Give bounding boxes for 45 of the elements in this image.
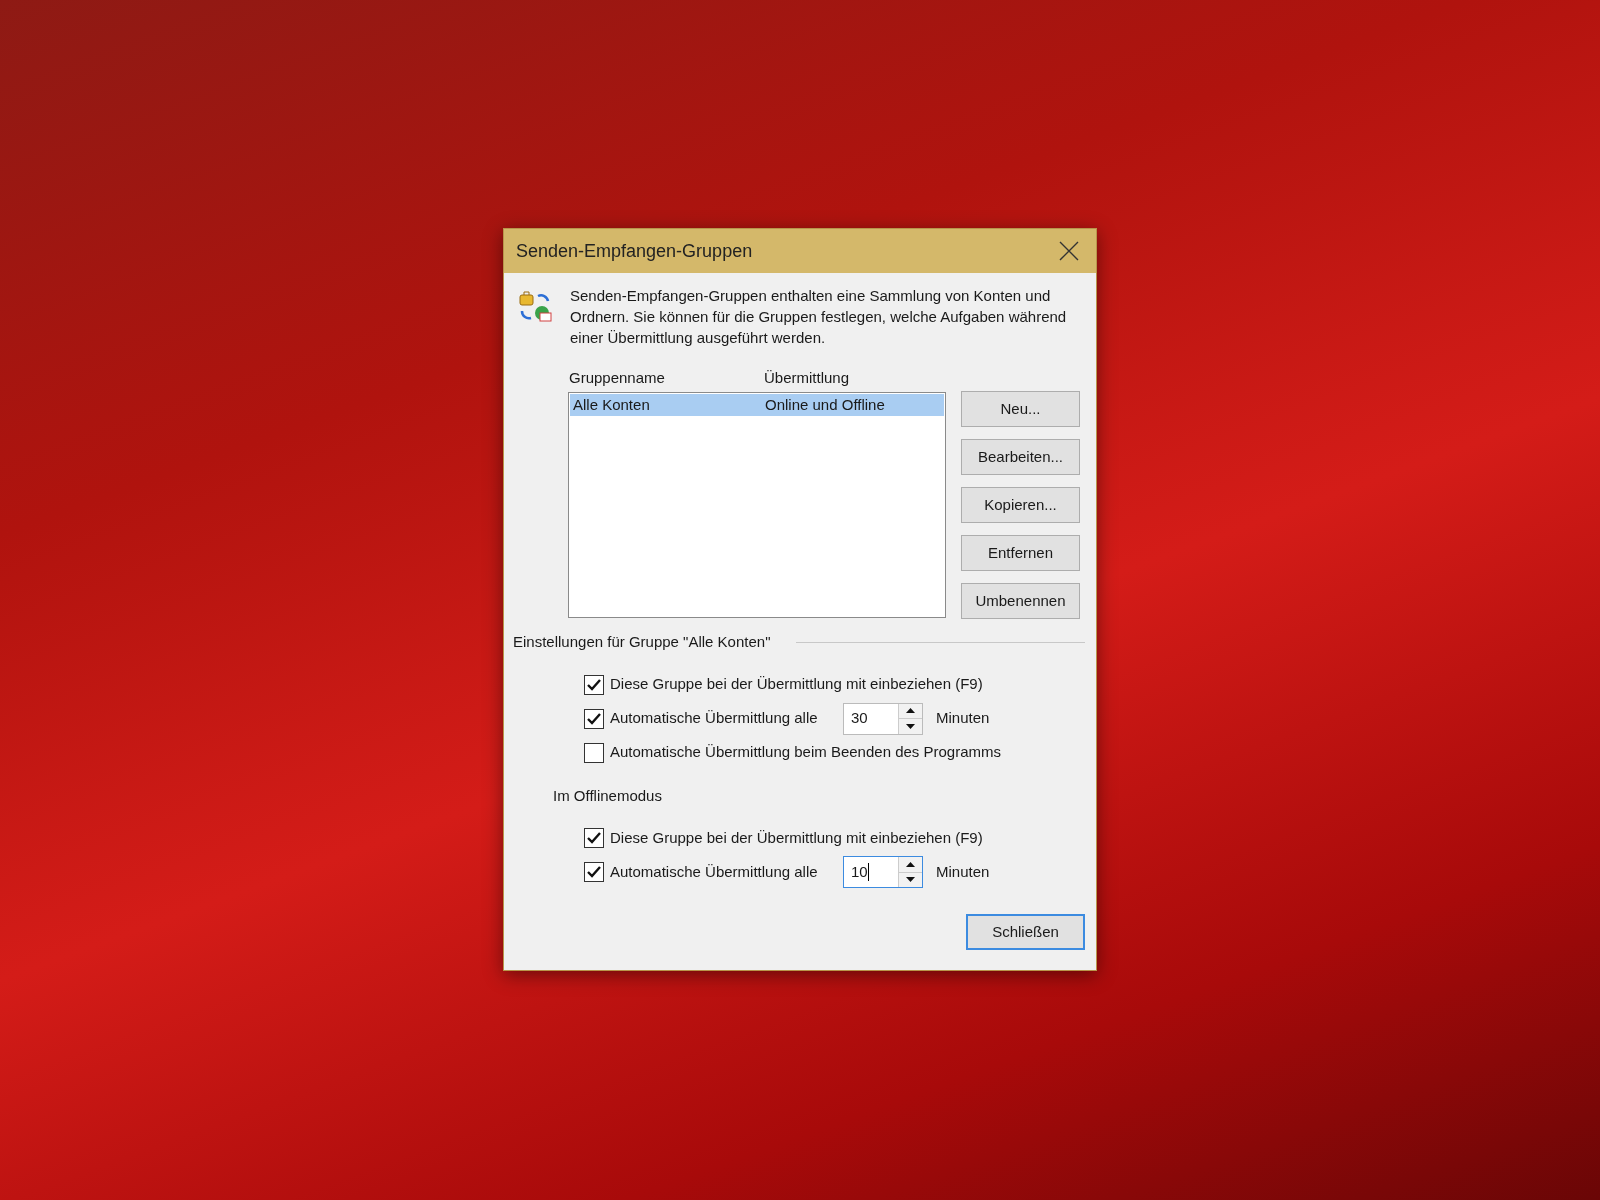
caret-down-icon	[906, 877, 915, 883]
checkmark-icon	[587, 832, 601, 844]
spin-down-button[interactable]	[899, 719, 922, 734]
spin-value: 30	[850, 708, 869, 729]
list-row[interactable]: Alle Konten Online und Offline	[570, 394, 944, 416]
section-title: Einstellungen für Gruppe "Alle Konten"	[513, 632, 771, 652]
checkmark-icon	[587, 712, 601, 725]
checkbox-label: Automatische Übermittlung alle	[610, 708, 819, 729]
checkbox[interactable]	[584, 862, 604, 882]
description-text: Senden-Empfangen-Gruppen enthalten eine Sammlung von Konten und Ordnern. Sie können für die Gruppen festlegen, welche Aufgaben während einer Übermittlung ausgeführt werden.	[570, 286, 1068, 348]
spin-field[interactable]: 30	[843, 702, 923, 735]
checkbox-label: Diese Gruppe bei der Übermittlung mit einbeziehen (F9)	[610, 827, 983, 848]
spin-up-button[interactable]	[899, 703, 922, 719]
checkbox-label: Automatische Übermittlung alle	[610, 861, 819, 882]
section-title: Im Offlinemodus	[553, 785, 662, 806]
close-icon	[1059, 241, 1079, 261]
column-header[interactable]: Übermittlung	[764, 366, 850, 390]
spin-field[interactable]: 10	[843, 856, 923, 888]
checkbox[interactable]	[584, 674, 604, 695]
checkmark-icon	[587, 678, 601, 691]
spin-up-button[interactable]	[899, 857, 922, 873]
list-cell-text: Alle Konten	[572, 394, 651, 415]
caret-down-icon	[906, 723, 915, 729]
action-button[interactable]: Kopieren...	[961, 487, 1080, 523]
window-title: Senden-Empfangen-Gruppen	[516, 239, 753, 263]
action-button[interactable]: Neu...	[961, 391, 1080, 427]
close-dialog-button[interactable]: Schließen	[966, 914, 1085, 950]
action-button[interactable]: Umbenennen	[961, 583, 1080, 619]
caret-up-icon	[906, 861, 915, 867]
checkbox[interactable]	[584, 828, 604, 848]
send-receive-icon	[518, 289, 552, 323]
column-header[interactable]: Gruppenname	[569, 366, 764, 390]
checkmark-icon	[587, 866, 601, 878]
caret-up-icon	[906, 708, 915, 714]
checkbox-label: Diese Gruppe bei der Übermittlung mit einbeziehen (F9)	[610, 674, 983, 695]
unit-label: Minuten	[936, 708, 990, 729]
action-button[interactable]: Bearbeiten...	[961, 439, 1080, 475]
checkbox[interactable]	[584, 742, 604, 763]
unit-label: Minuten	[936, 861, 990, 882]
list-cell-text: Online und Offline	[765, 394, 885, 415]
text-cursor	[867, 863, 869, 881]
spin-value: 10	[850, 861, 870, 883]
checkbox[interactable]	[584, 708, 604, 729]
checkbox-label: Automatische Übermittlung beim Beenden des Programms	[610, 742, 1002, 763]
action-button[interactable]: Entfernen	[961, 535, 1080, 571]
